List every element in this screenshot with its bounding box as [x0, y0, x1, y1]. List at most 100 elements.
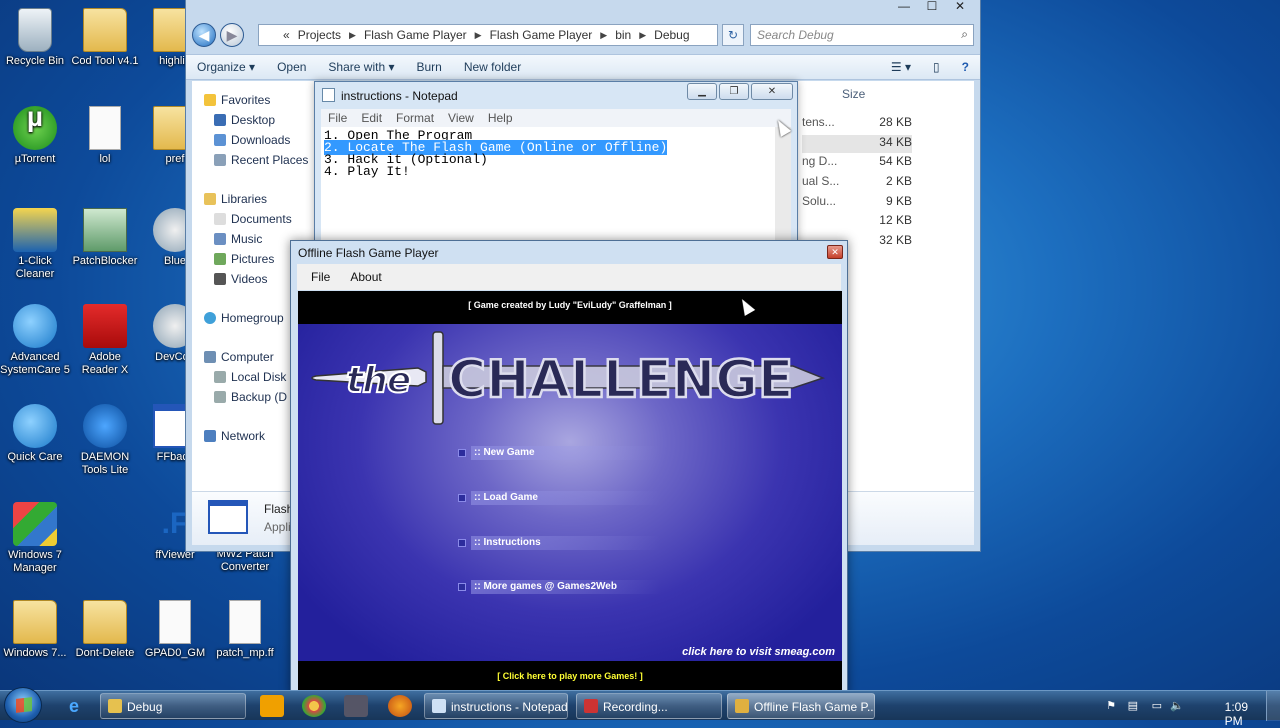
breadcrumb[interactable]: « Projects ▶ Flash Game Player ▶ Flash Gam… [258, 24, 718, 46]
breadcrumb-item[interactable]: Flash Game Player [364, 28, 467, 42]
nav-local-disk[interactable]: Local Disk [214, 370, 286, 384]
breadcrumb-item[interactable]: Projects [298, 28, 341, 42]
close-button[interactable]: ✕ [827, 245, 843, 259]
breadcrumb-item[interactable]: bin [615, 28, 631, 42]
network-icon[interactable]: ▤ [1128, 699, 1138, 712]
internet-explorer-icon[interactable]: e [62, 695, 86, 717]
instructions-button[interactable]: :: Instructions [458, 536, 661, 550]
vertical-scrollbar[interactable] [775, 127, 791, 250]
menu-format[interactable]: Format [396, 111, 434, 125]
search-input[interactable]: Search Debug ⌕ [750, 24, 974, 46]
share-with-button[interactable]: Share with ▾ [317, 60, 405, 74]
nav-homegroup[interactable]: Homegroup [204, 311, 284, 325]
chrome-icon[interactable] [302, 695, 326, 717]
menu-edit[interactable]: Edit [361, 111, 382, 125]
breadcrumb-overflow[interactable]: « [283, 28, 290, 42]
breadcrumb-item[interactable]: Debug [654, 28, 689, 42]
view-options-icon[interactable]: ☰ ▾ [880, 60, 922, 74]
load-game-button[interactable]: :: Load Game [458, 491, 661, 505]
minimize-button[interactable]: ▁ [687, 83, 717, 100]
nav-downloads[interactable]: Downloads [214, 133, 290, 147]
search-icon[interactable]: ⌕ [961, 27, 968, 42]
forward-button[interactable]: ▶ [220, 23, 244, 47]
file-row[interactable]: tens... 28 KB [802, 115, 912, 133]
menu-about[interactable]: About [350, 270, 381, 284]
taskbar-task-flash-player[interactable]: Offline Flash Game P... [727, 693, 875, 719]
nav-documents[interactable]: Documents [214, 212, 292, 226]
taskbar-task-notepad[interactable]: instructions - Notepad [424, 693, 568, 719]
nav-libraries[interactable]: Libraries [204, 192, 267, 206]
refresh-button[interactable]: ↻ [722, 24, 744, 46]
maximize-button[interactable]: ☐ [918, 0, 946, 18]
desktop-icon-1-click-cleaner[interactable]: 1-Click Cleaner [0, 208, 70, 281]
chevron-right-icon[interactable]: ▶ [475, 30, 482, 41]
desktop-icon-quick-care[interactable]: Quick Care [0, 404, 70, 464]
help-icon[interactable]: ? [951, 60, 980, 74]
remove-hardware-icon[interactable]: ▭ [1152, 699, 1162, 712]
nav-computer[interactable]: Computer [204, 350, 274, 364]
desktop-icon-patch-mp[interactable]: patch_mp.ff [210, 600, 280, 660]
desktop-icon-cod-tool[interactable]: Cod Tool v4.1 [70, 8, 140, 68]
nav-desktop[interactable]: Desktop [214, 113, 275, 127]
more-games-button[interactable]: :: More games @ Games2Web [458, 580, 661, 594]
game-app-icon[interactable] [344, 695, 368, 717]
flash-game-area[interactable]: [ Game created by Ludy "EviLudy" Graffel… [298, 291, 842, 693]
desktop-icon-recycle-bin[interactable]: Recycle Bin [0, 8, 70, 68]
nav-videos[interactable]: Videos [214, 272, 267, 286]
new-game-button[interactable]: :: New Game [458, 446, 661, 460]
taskbar-task-debug[interactable]: Debug [100, 693, 246, 719]
organize-button[interactable]: Organize ▾ [186, 60, 266, 74]
menu-view[interactable]: View [448, 111, 474, 125]
clock[interactable]: 1:09 PM [1225, 700, 1248, 728]
desktop-icon-dont-delete[interactable]: Dont-Delete [70, 600, 140, 660]
volume-icon[interactable]: 🔈 [1170, 699, 1184, 712]
desktop-icon-adobe-reader[interactable]: Adobe Reader X [70, 304, 140, 377]
burn-button[interactable]: Burn [405, 60, 452, 74]
desktop-icon-gpad0[interactable]: GPAD0_GM [140, 600, 210, 660]
play-more-games-link[interactable]: [ Click here to play more Games! ] [298, 661, 842, 693]
close-button[interactable]: ✕ [751, 83, 793, 100]
desktop-icon-windows-7-manager[interactable]: Windows 7 Manager [0, 502, 70, 575]
breadcrumb-item[interactable]: Flash Game Player [490, 28, 593, 42]
nav-backup-drive[interactable]: Backup (D [214, 390, 287, 404]
nav-music[interactable]: Music [214, 232, 262, 246]
taskbar-task-recording[interactable]: Recording... [576, 693, 722, 719]
nav-recent-places[interactable]: Recent Places [214, 153, 308, 167]
file-row[interactable]: ual S... 2 KB [802, 174, 912, 192]
nav-pictures[interactable]: Pictures [214, 252, 274, 266]
desktop-icon-utorrent[interactable]: µTorrent [0, 106, 70, 166]
preview-pane-icon[interactable]: ▯ [922, 60, 951, 74]
file-row[interactable]: 12 KB [802, 213, 912, 231]
start-button[interactable] [4, 687, 42, 723]
desktop-icon-windows-7-folder[interactable]: Windows 7... [0, 600, 70, 660]
desktop-icon-daemon-tools[interactable]: DAEMON Tools Lite [70, 404, 140, 477]
nav-favorites[interactable]: Favorites [204, 93, 270, 107]
show-desktop-button[interactable] [1266, 691, 1280, 721]
desktop-icon-advanced-systemcare[interactable]: Advanced SystemCare 5 [0, 304, 70, 377]
open-button[interactable]: Open [266, 60, 317, 74]
desktop-icon-lol[interactable]: lol [70, 106, 140, 166]
action-center-flag-icon[interactable]: ⚑ [1106, 699, 1116, 712]
file-row[interactable]: ng D... 54 KB [802, 154, 912, 172]
new-folder-button[interactable]: New folder [453, 60, 532, 74]
flash-player-titlebar[interactable]: Offline Flash Game Player [291, 241, 847, 263]
column-header-size[interactable]: Size [842, 87, 865, 101]
media-player-icon[interactable] [260, 695, 284, 717]
menu-file[interactable]: File [311, 270, 330, 284]
notepad-text-area[interactable]: 1. Open The Program 2. Locate The Flash … [321, 127, 775, 250]
back-button[interactable]: ◀ [192, 23, 216, 47]
menu-file[interactable]: File [328, 111, 347, 125]
visit-smeag-link[interactable]: click here to visit smeag.com [682, 646, 835, 658]
file-row[interactable]: Solu... 9 KB [802, 194, 912, 212]
desktop-icon-patchblocker[interactable]: PatchBlocker [70, 208, 140, 268]
close-button[interactable]: ✕ [946, 0, 974, 18]
file-row[interactable]: 34 KB [802, 135, 912, 153]
firefox-icon[interactable] [388, 695, 412, 717]
nav-network[interactable]: Network [204, 429, 265, 443]
chevron-right-icon[interactable]: ▶ [639, 30, 646, 41]
minimize-button[interactable]: — [890, 0, 918, 18]
chevron-right-icon[interactable]: ▶ [600, 30, 607, 41]
menu-help[interactable]: Help [488, 111, 513, 125]
chevron-right-icon[interactable]: ▶ [349, 30, 356, 41]
maximize-button[interactable]: ❐ [719, 83, 749, 100]
